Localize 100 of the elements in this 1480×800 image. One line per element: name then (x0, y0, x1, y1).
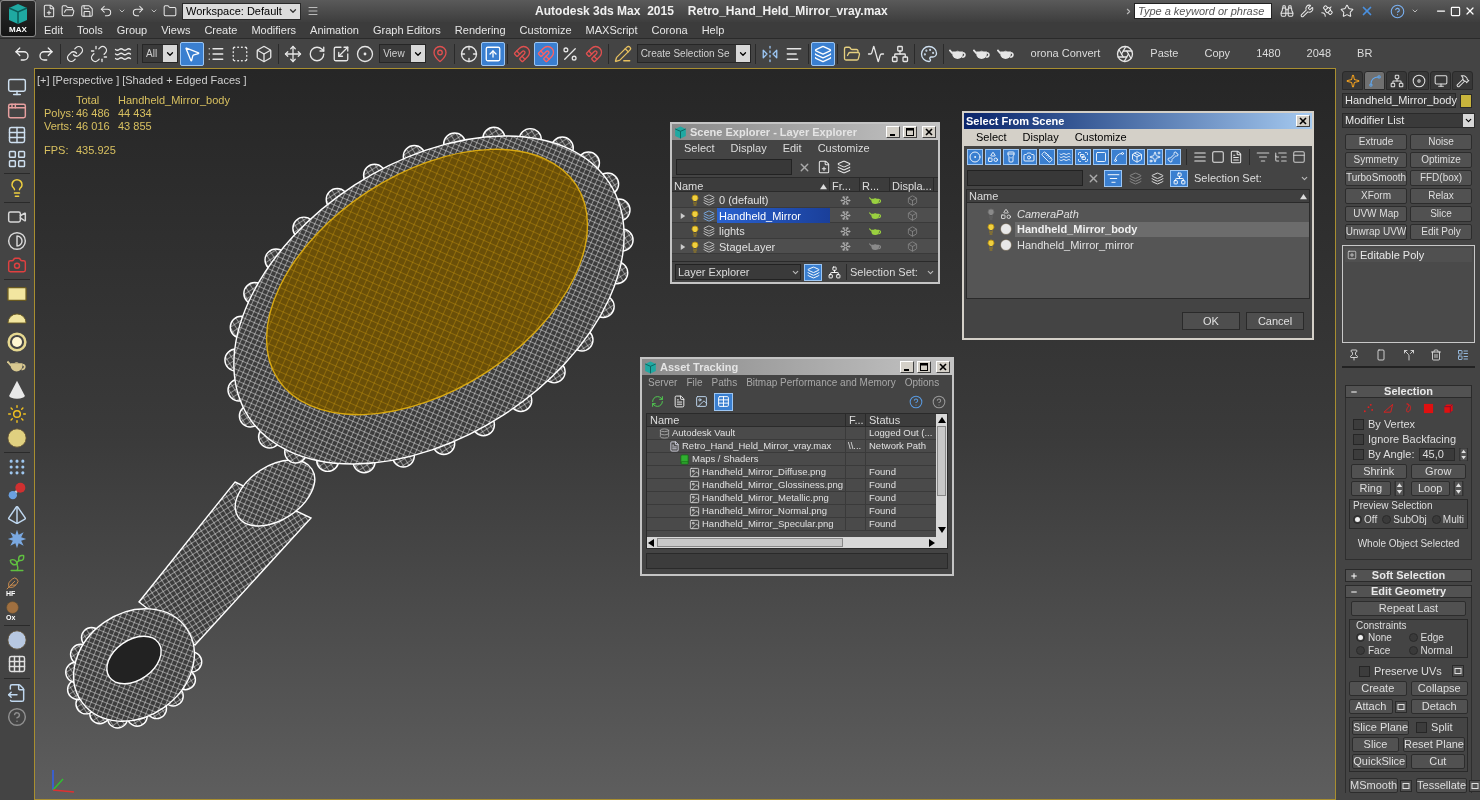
menu-item[interactable]: Server (648, 375, 678, 390)
modifier-button[interactable]: Symmetry (1345, 152, 1407, 168)
menu-item[interactable]: MAXScript (585, 21, 638, 39)
spinner-arrows-icon[interactable] (1458, 447, 1468, 461)
minimize-icon[interactable] (886, 126, 900, 138)
toolbar-text-button[interactable]: BR (1344, 45, 1386, 62)
maximize-icon[interactable] (917, 361, 931, 373)
tree-filter-icon[interactable] (1274, 150, 1288, 164)
checkbox[interactable] (1353, 418, 1364, 430)
layers-icon[interactable] (703, 240, 715, 253)
filter-icon[interactable] (1256, 150, 1270, 164)
caret-icon[interactable] (1464, 116, 1473, 125)
menu-item[interactable]: File (686, 375, 703, 390)
redo-icon[interactable] (131, 4, 145, 18)
settings-box-icon[interactable] (1451, 665, 1464, 677)
database-icon[interactable] (659, 427, 670, 439)
scrollbar-thumb[interactable] (937, 426, 946, 496)
restore-icon[interactable] (1450, 5, 1461, 17)
lightbulb-icon[interactable] (689, 209, 701, 222)
asset-name[interactable]: Retro_Hand_Held_Mirror_vray.max (682, 440, 832, 452)
snowflake-icon[interactable] (839, 225, 851, 237)
add-file-icon[interactable] (817, 160, 831, 174)
scrollbar-thumb[interactable] (657, 538, 843, 547)
asset-name[interactable]: Handheld_Mirror_Glossiness.png (702, 479, 843, 491)
command-button[interactable]: Detach (1410, 699, 1468, 714)
explorer-type-dropdown[interactable]: Layer Explorer (675, 264, 801, 280)
document-arrow-icon[interactable] (7, 683, 27, 703)
asset-name[interactable]: Autodesk Vault (672, 427, 736, 439)
menu-item[interactable]: Customize (1074, 129, 1127, 146)
menu-item[interactable]: Options (904, 375, 940, 390)
command-button[interactable]: Tessellate (1416, 778, 1467, 793)
lightbulb-icon[interactable] (689, 194, 701, 207)
expand-arrow-icon[interactable] (679, 243, 686, 250)
sphere-icon[interactable] (7, 630, 27, 650)
object-name[interactable]: CameraPath (1015, 206, 1309, 222)
menu-item[interactable]: Help (701, 21, 725, 39)
satellite-icon[interactable] (1320, 4, 1334, 18)
layers-icon[interactable] (837, 160, 851, 174)
command-button[interactable]: Attach (1349, 699, 1393, 714)
viewport-view-label[interactable]: [Perspective ] (52, 72, 120, 89)
menu-item[interactable]: Views (161, 21, 191, 39)
checkbox[interactable] (1359, 665, 1370, 677)
table-icon[interactable] (7, 125, 27, 145)
toolbar-dropdown[interactable]: All (142, 44, 179, 63)
maximize-icon[interactable] (903, 126, 917, 138)
checker-grid-icon[interactable] (7, 654, 27, 674)
command-button[interactable]: Create (1349, 681, 1407, 696)
document-icon[interactable] (669, 440, 680, 452)
vertical-bar-icon[interactable] (1375, 349, 1388, 361)
checkbox[interactable] (1353, 433, 1364, 445)
menu-icon[interactable] (306, 5, 319, 17)
color-swatch-icon[interactable] (1460, 93, 1472, 108)
layers-icon[interactable] (703, 209, 715, 222)
lightbulb-icon[interactable] (689, 240, 701, 253)
help-icon[interactable] (7, 707, 27, 727)
lightbulb-icon[interactable] (985, 223, 997, 236)
binoculars-icon[interactable] (1280, 4, 1294, 18)
cross-icon[interactable] (1360, 4, 1374, 18)
toolbar-text-button[interactable]: orona Convert (1017, 45, 1114, 62)
search-field[interactable] (967, 170, 1083, 186)
layout-list-icon[interactable] (1457, 349, 1469, 361)
menu-item[interactable]: Create (204, 21, 238, 39)
lightbulb-icon[interactable] (689, 225, 701, 238)
settings-box-icon[interactable] (1469, 779, 1480, 792)
menu-item[interactable]: Select (976, 129, 1007, 146)
asset-name[interactable]: Handheld_Mirror_Normal.png (702, 505, 828, 517)
selection-set-dropdown[interactable]: Selection Set: (846, 264, 935, 280)
menu-item[interactable]: Select (684, 140, 715, 157)
modifier-button[interactable]: Relax (1410, 188, 1472, 204)
grid-icon[interactable] (7, 149, 27, 169)
asset-name[interactable]: Handheld_Mirror_Specular.png (702, 518, 834, 530)
modifier-list-dropdown[interactable]: Modifier List (1342, 113, 1475, 128)
snowflake-icon[interactable] (839, 241, 851, 253)
image-file-icon[interactable] (689, 479, 700, 491)
book-icon[interactable] (679, 453, 690, 465)
caret-icon[interactable] (287, 6, 298, 16)
modifier-button[interactable]: Noise (1410, 134, 1472, 150)
modifier-button[interactable]: Unwrap UVW (1345, 224, 1407, 240)
radio-button[interactable] (1353, 514, 1362, 524)
selection-set-dropdown[interactable]: Selection Set: (1192, 170, 1309, 186)
modifier-button[interactable]: FFD(box) (1410, 170, 1472, 186)
column-header[interactable]: F... (846, 414, 866, 426)
viewport-menu-label[interactable]: [+] (37, 72, 50, 89)
menu-item[interactable]: Edit (44, 21, 63, 39)
close-icon[interactable] (1296, 115, 1310, 127)
command-button[interactable]: Collapse (1410, 681, 1468, 696)
two-balls-icon[interactable] (7, 481, 27, 501)
menu-item[interactable]: Customize (817, 140, 870, 157)
panel-icon[interactable] (1292, 150, 1306, 164)
toolbar-text-button[interactable]: 2048 (1293, 45, 1345, 62)
undo-icon[interactable] (99, 4, 113, 18)
asset-name[interactable]: Maps / Shaders (692, 453, 759, 465)
modifier-button[interactable]: UVW Map (1345, 206, 1407, 222)
rollout-header[interactable]: Selection (1345, 385, 1472, 398)
menu-item[interactable]: Display (1022, 129, 1059, 146)
search-field[interactable] (676, 159, 792, 175)
close-icon[interactable] (936, 361, 950, 373)
spinner-arrows-icon[interactable] (1451, 481, 1466, 496)
command-button[interactable]: Slice Plane (1352, 720, 1410, 735)
workspace-dropdown[interactable]: Workspace: Default (182, 2, 301, 20)
